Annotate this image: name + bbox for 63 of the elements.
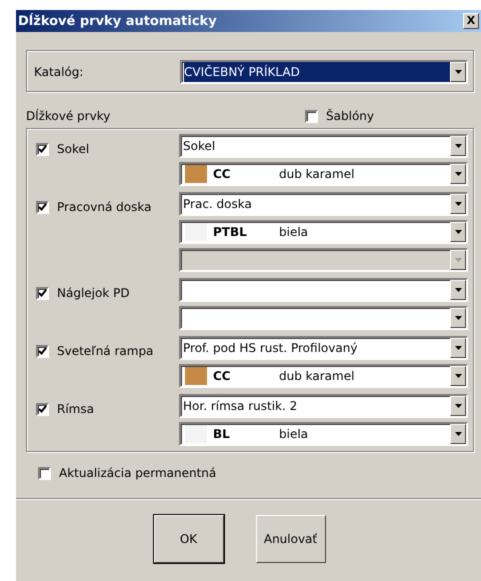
checkbox-label: Sokel <box>57 142 90 156</box>
window-title: Dĺžkové prvky automaticky <box>18 14 217 28</box>
dropdown[interactable] <box>179 306 468 330</box>
dropdown-button[interactable] <box>450 424 466 444</box>
checkbox-label: Náglejok PD <box>57 286 130 300</box>
close-button[interactable]: X <box>463 13 479 29</box>
material-name: dub karamel <box>279 369 354 383</box>
checkbox-label: Šablóny <box>326 109 374 123</box>
dropdown[interactable]: Hor. rímsa rustik. 2 <box>179 394 468 418</box>
dropdown-button[interactable] <box>450 338 466 358</box>
caret-icon <box>454 70 462 74</box>
caret-icon <box>454 258 462 262</box>
dropdown-button[interactable] <box>450 308 466 328</box>
dropdown[interactable]: Sokel <box>179 134 468 158</box>
caret-icon <box>454 432 462 436</box>
material-name: biela <box>279 225 308 239</box>
dropdown-button[interactable] <box>450 164 466 184</box>
checkbox-label: Pracovná doska <box>57 200 152 214</box>
checkbox[interactable] <box>36 344 49 358</box>
material-name: dub karamel <box>279 167 354 181</box>
caret-icon <box>454 202 462 206</box>
dropdown-button[interactable] <box>450 280 466 300</box>
material-code: BL <box>212 427 231 441</box>
caret-icon <box>454 230 462 234</box>
material-code: CC <box>212 167 232 181</box>
checkbox[interactable] <box>36 142 49 156</box>
checkbox-label: Rímsa <box>57 402 94 416</box>
material-name: biela <box>279 427 308 441</box>
checkbox-label: Sveteľná rampa <box>57 344 154 358</box>
caret-icon <box>454 374 462 378</box>
checkbox[interactable] <box>305 110 318 122</box>
section-label: Dĺžkové prvky <box>26 109 110 123</box>
catalog-label: Katalóg: <box>34 65 84 79</box>
dropdown[interactable]: BL biela <box>179 422 468 446</box>
cancel-button[interactable]: Anulovať <box>256 515 326 563</box>
dropdown[interactable]: PTBL biela <box>179 220 468 244</box>
dropdown[interactable]: CC dub karamel <box>179 162 468 186</box>
dropdown-button[interactable] <box>450 366 466 386</box>
dropdown-button[interactable] <box>450 136 466 156</box>
caret-icon <box>454 172 462 176</box>
checkbox[interactable] <box>36 200 49 214</box>
catalog-value: CVIČEBNÝ PRÍKLAD <box>184 62 450 82</box>
caret-icon <box>454 404 462 408</box>
caret-icon <box>454 346 462 350</box>
checkbox[interactable] <box>38 466 51 480</box>
dropdown[interactable]: Prof. pod HS rust. Profilovaný <box>179 336 468 360</box>
dropdown[interactable] <box>179 278 468 302</box>
dropdown-button[interactable] <box>450 62 466 82</box>
dropdown-button[interactable] <box>450 194 466 214</box>
caret-icon <box>454 288 462 292</box>
checkbox[interactable] <box>36 402 49 416</box>
caret-icon <box>454 144 462 148</box>
caret-icon <box>454 316 462 320</box>
checkbox-label: Aktualizácia permanentná <box>59 466 216 480</box>
material-code: CC <box>212 369 232 383</box>
dropdown[interactable]: Prac. doska <box>179 192 468 216</box>
checkbox[interactable] <box>36 286 49 300</box>
material-code: PTBL <box>212 225 248 239</box>
ok-button[interactable]: OK <box>154 515 224 563</box>
dropdown-button[interactable] <box>450 222 466 242</box>
dropdown[interactable]: CC dub karamel <box>179 364 468 388</box>
dropdown-button[interactable] <box>450 396 466 416</box>
catalog-dropdown[interactable]: CVIČEBNÝ PRÍKLAD <box>180 60 468 84</box>
